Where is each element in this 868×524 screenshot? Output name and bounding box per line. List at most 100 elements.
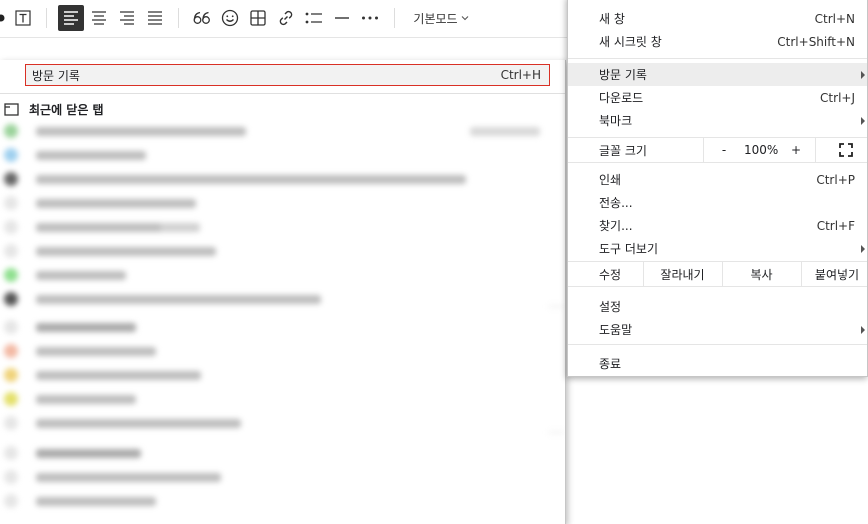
list-button[interactable] — [303, 5, 325, 31]
bookmarks-menu-item[interactable]: 북마크 — [568, 109, 867, 132]
align-center-icon — [92, 11, 106, 25]
zoom-separator — [703, 138, 704, 162]
align-left-icon — [64, 11, 78, 25]
history-menu-item[interactable]: 방문 기록 Ctrl+H — [25, 64, 550, 86]
list-item[interactable] — [0, 470, 565, 484]
edit-row: 수정 잘라내기 복사 붙여넣기 — [568, 262, 867, 286]
menu-divider — [568, 58, 867, 59]
divider-button[interactable] — [331, 5, 353, 31]
list-divider — [548, 432, 565, 433]
editor-content-blurred — [0, 40, 560, 60]
more-button[interactable] — [359, 5, 381, 31]
list-item[interactable] — [0, 494, 565, 508]
menu-item-shortcut: Ctrl+P — [816, 172, 855, 187]
zoom-row: 글꼴 크기 - 100% + — [568, 138, 867, 162]
new-incognito-menu-item[interactable]: 새 시크릿 창 Ctrl+Shift+N — [568, 30, 867, 53]
menu-item-label: 종료 — [599, 357, 622, 371]
history-menu-item[interactable]: 방문 기록 — [568, 63, 867, 86]
list-divider — [548, 306, 565, 307]
downloads-menu-item[interactable]: 다운로드 Ctrl+J — [568, 86, 867, 109]
help-menu-item[interactable]: 도움말 — [568, 318, 867, 341]
align-right-button[interactable] — [116, 5, 138, 31]
list-item[interactable] — [0, 244, 565, 258]
list-item[interactable] — [0, 320, 565, 334]
list-item[interactable] — [0, 220, 565, 234]
list-item[interactable] — [0, 446, 565, 460]
tab-window-icon — [4, 103, 19, 116]
align-justify-button[interactable] — [144, 5, 166, 31]
paste-button[interactable]: 붙여넣기 — [802, 262, 868, 286]
list-item[interactable] — [0, 148, 565, 162]
table-icon — [250, 10, 266, 26]
more-tools-menu-item[interactable]: 도구 더보기 — [568, 237, 867, 260]
quote-icon — [193, 11, 210, 24]
horizontal-line-icon — [335, 17, 349, 19]
menu-item-label: 인쇄 — [599, 173, 622, 187]
edit-label: 수정 — [599, 267, 622, 282]
menu-item-shortcut: Ctrl+F — [816, 218, 855, 233]
menu-divider — [568, 286, 867, 287]
link-button[interactable] — [275, 5, 297, 31]
cut-button[interactable]: 잘라내기 — [644, 262, 721, 286]
link-icon — [279, 10, 293, 26]
menu-item-shortcut: Ctrl+J — [820, 90, 855, 105]
zoom-label: 글꼴 크기 — [599, 143, 647, 158]
list-item[interactable] — [0, 268, 565, 282]
zoom-separator — [815, 138, 816, 162]
align-center-button[interactable] — [88, 5, 110, 31]
list-item[interactable] — [0, 368, 565, 382]
menu-item-label: 찾기... — [599, 219, 633, 233]
emoticon-icon — [221, 9, 239, 27]
list-item[interactable] — [0, 392, 565, 406]
list-item[interactable] — [0, 124, 565, 138]
text-box-icon[interactable] — [12, 5, 34, 31]
table-button[interactable] — [247, 5, 269, 31]
menu-item-shortcut: Ctrl+Shift+N — [777, 34, 855, 49]
menu-item-label: 북마크 — [599, 114, 633, 128]
menu-item-label: 전송... — [599, 196, 633, 210]
menu-item-label: 새 창 — [599, 12, 625, 26]
emoticon-button[interactable] — [219, 5, 241, 31]
recent-tabs-list — [0, 122, 565, 524]
chevron-right-icon — [861, 116, 865, 125]
list-item[interactable] — [0, 292, 565, 306]
new-tab-menu-item[interactable]: 새 창 Ctrl+N — [568, 7, 867, 30]
list-item[interactable] — [0, 416, 565, 430]
menu-item-label: 도움말 — [599, 323, 633, 337]
mode-select[interactable]: 기본모드 — [408, 5, 474, 31]
bullet-icon[interactable] — [0, 5, 6, 31]
browser-main-menu: 새 창 Ctrl+N 새 시크릿 창 Ctrl+Shift+N 방문 기록 다운… — [567, 0, 868, 377]
print-menu-item[interactable]: 인쇄 Ctrl+P — [568, 168, 867, 191]
align-right-icon — [120, 11, 134, 25]
menu-item-label: 설정 — [599, 300, 622, 314]
recently-closed-header: 최근에 닫은 탭 — [4, 100, 104, 118]
settings-menu-item[interactable]: 설정 — [568, 295, 867, 318]
toolbar-divider — [394, 8, 395, 28]
menu-item-label: 방문 기록 — [599, 68, 647, 82]
cast-menu-item[interactable]: 전송... — [568, 191, 867, 214]
menu-divider — [568, 162, 867, 163]
recently-closed-label: 최근에 닫은 탭 — [29, 102, 104, 117]
menu-item-label: 도구 더보기 — [599, 242, 659, 256]
toolbar-divider — [178, 8, 179, 28]
submenu-divider — [0, 93, 565, 94]
exit-menu-item[interactable]: 종료 — [568, 352, 867, 375]
editor-toolbar: 기본모드 — [0, 0, 568, 38]
list-icon — [305, 12, 322, 24]
list-item[interactable] — [0, 172, 565, 186]
zoom-in-button[interactable]: + — [790, 143, 802, 157]
align-left-button[interactable] — [58, 5, 84, 31]
chevron-right-icon — [861, 244, 865, 253]
quote-button[interactable] — [191, 5, 213, 31]
list-item[interactable] — [0, 344, 565, 358]
toolbar-divider — [46, 8, 47, 28]
zoom-out-button[interactable]: - — [718, 143, 730, 157]
menu-item-label: 새 시크릿 창 — [599, 35, 662, 49]
align-justify-icon — [148, 11, 162, 25]
find-menu-item[interactable]: 찾기... Ctrl+F — [568, 214, 867, 237]
fullscreen-icon[interactable] — [839, 143, 853, 157]
copy-button[interactable]: 복사 — [723, 262, 800, 286]
history-submenu: 방문 기록 Ctrl+H 최근에 닫은 탭 — [0, 60, 566, 524]
menu-item-shortcut: Ctrl+N — [814, 11, 855, 26]
list-item[interactable] — [0, 196, 565, 210]
